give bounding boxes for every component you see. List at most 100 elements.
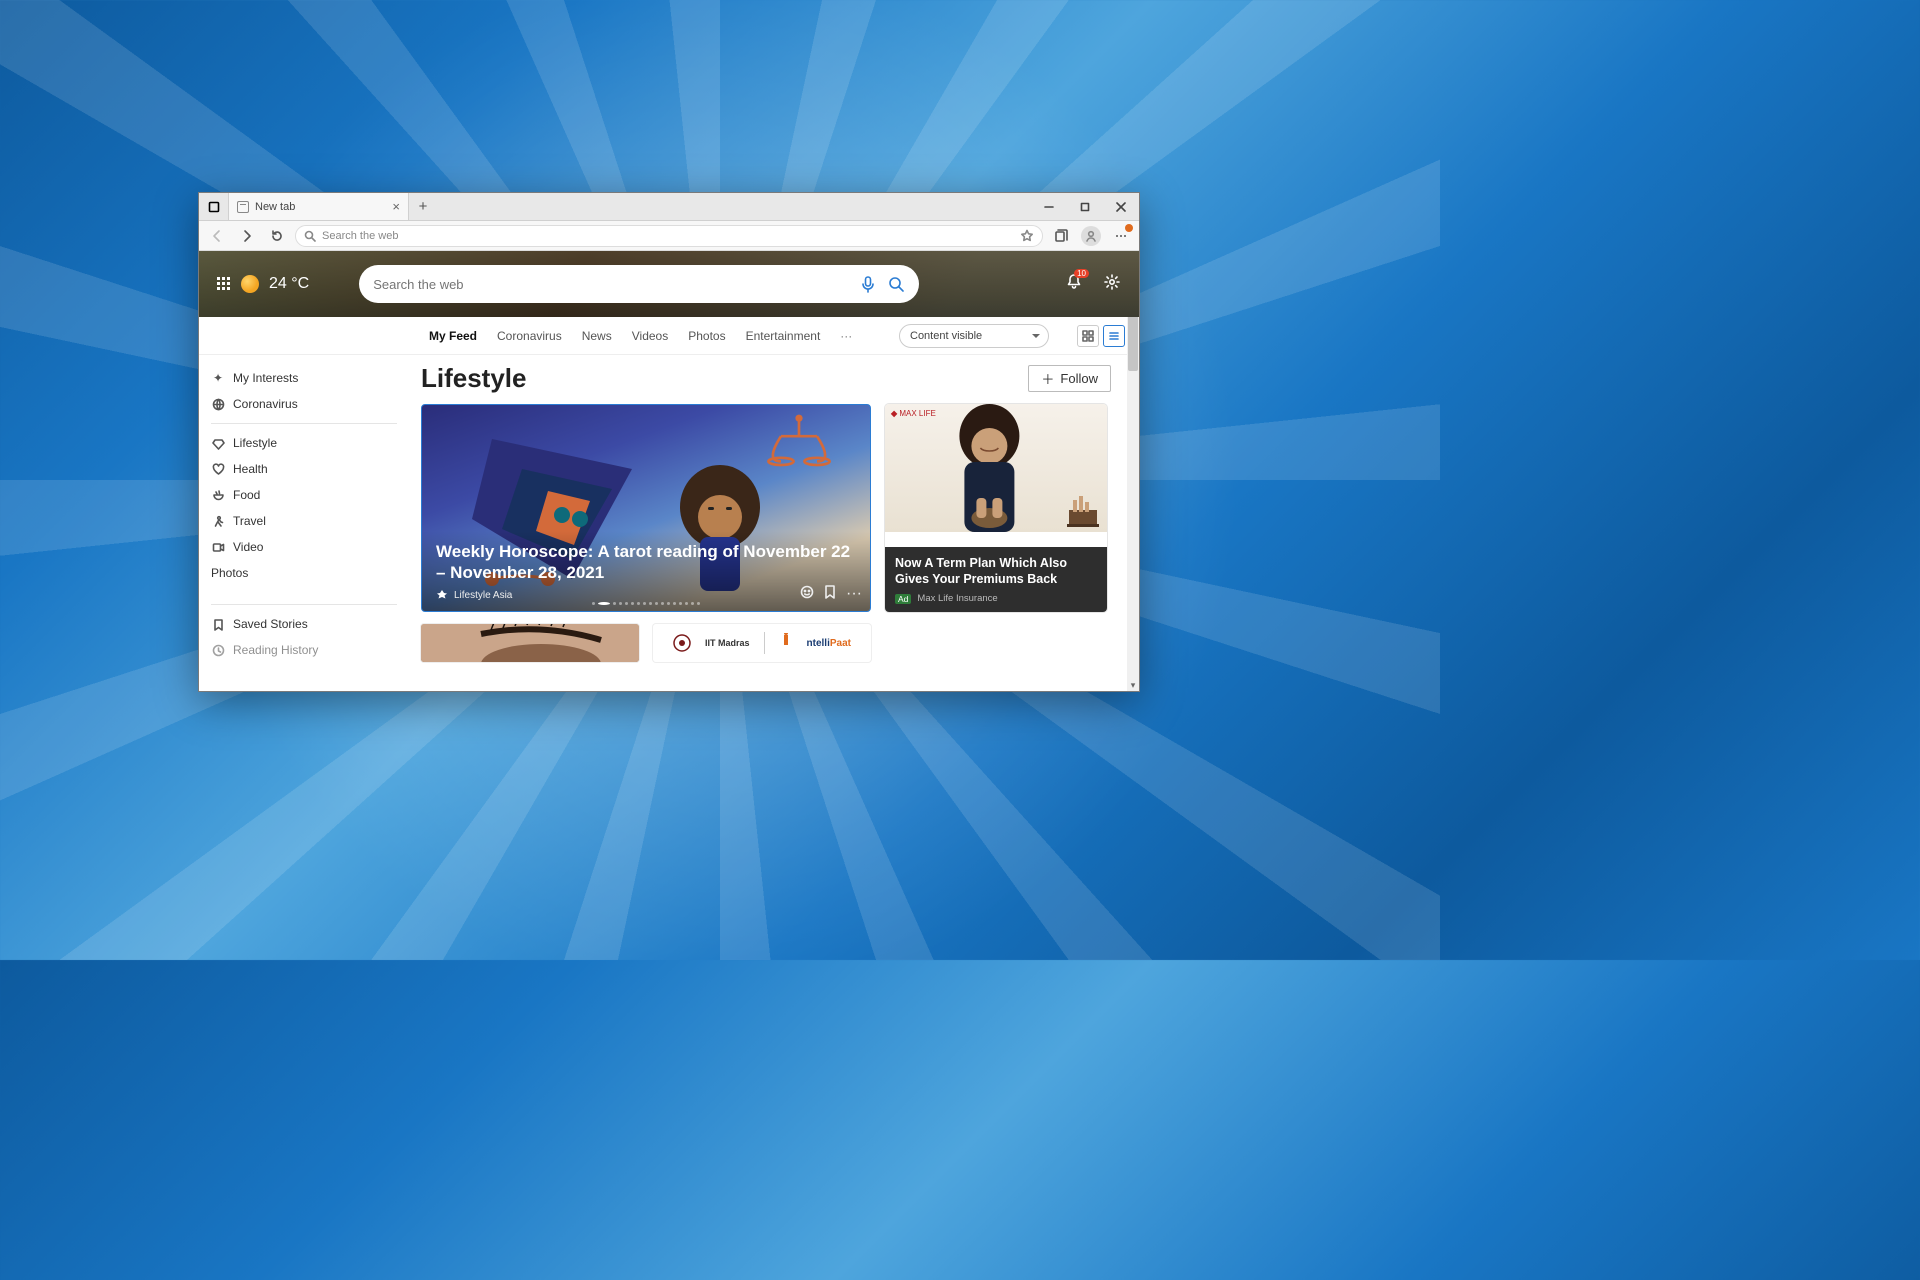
window-maximize-button[interactable] [1067, 193, 1103, 220]
list-icon [1108, 330, 1120, 342]
sparkle-icon: ✦ [211, 371, 225, 385]
hero-search-box[interactable] [359, 265, 919, 303]
card-more-button[interactable]: ··· [846, 585, 862, 603]
weather-temperature[interactable]: 24 °C [269, 275, 309, 293]
more-menu-button[interactable] [1109, 224, 1133, 248]
video-icon [211, 541, 225, 554]
grid-icon [1082, 330, 1094, 342]
scrollbar-track[interactable]: ▾ [1127, 251, 1139, 691]
featured-story-card[interactable]: Weekly Horoscope: A tarot reading of Nov… [421, 404, 871, 612]
window-close-button[interactable] [1103, 193, 1139, 220]
gear-icon [1103, 273, 1121, 291]
ad-headline: Now A Term Plan Which Also Gives Your Pr… [895, 555, 1097, 588]
cards-row: Weekly Horoscope: A tarot reading of Nov… [421, 404, 1111, 612]
settings-button[interactable] [1103, 273, 1121, 296]
sidebar-item-label: Health [233, 462, 268, 476]
sidebar-separator [211, 604, 397, 605]
follow-button[interactable]: ＋ Follow [1028, 365, 1111, 392]
more-menu-badge [1125, 224, 1133, 232]
sidebar-item-coronavirus[interactable]: Coronavirus [211, 391, 397, 417]
heart-icon [211, 463, 225, 476]
sidebar-item-reading-history[interactable]: Reading History [211, 637, 397, 663]
sidebar-item-video[interactable]: Video [211, 534, 397, 560]
nav-my-feed[interactable]: My Feed [429, 329, 477, 343]
tab-favicon-icon [237, 201, 249, 213]
view-grid-button[interactable] [1077, 325, 1099, 347]
section-title: Lifestyle [421, 363, 527, 394]
scrollbar-down-arrow[interactable]: ▾ [1127, 679, 1139, 691]
profile-button[interactable] [1079, 224, 1103, 248]
content-visibility-dropdown[interactable]: Content visible [899, 324, 1049, 348]
sidebar-item-label: Coronavirus [233, 397, 298, 411]
sidebar-item-my-interests[interactable]: ✦ My Interests [211, 365, 397, 391]
carousel-dots[interactable] [592, 602, 700, 605]
nav-entertainment[interactable]: Entertainment [746, 329, 821, 343]
favorite-star-icon[interactable] [1020, 229, 1034, 243]
iit-label: IIT Madras [705, 638, 750, 648]
address-bar[interactable]: Search the web [295, 225, 1043, 247]
notifications-button[interactable]: 10 [1065, 273, 1083, 296]
sidebar: ✦ My Interests Coronavirus Lifestyle Hea… [199, 355, 409, 691]
search-submit-icon[interactable] [887, 275, 905, 293]
nav-overflow-button[interactable]: ··· [840, 329, 852, 343]
nav-coronavirus[interactable]: Coronavirus [497, 329, 562, 343]
search-icon [304, 230, 316, 242]
mic-icon[interactable] [859, 275, 877, 293]
sidebar-item-label: Travel [233, 514, 266, 528]
ad-image: ◆ MAX LIFE [885, 404, 1107, 532]
new-tab-button[interactable]: + [409, 193, 437, 220]
sidebar-item-label: Lifestyle [233, 436, 277, 450]
sidebar-item-health[interactable]: Health [211, 456, 397, 482]
sidebar-item-label: Photos [211, 566, 248, 580]
sidebar-item-photos[interactable]: Photos [211, 560, 397, 586]
diamond-icon [211, 437, 225, 450]
refresh-icon [270, 229, 284, 243]
arrow-left-icon [210, 229, 224, 243]
story-card-partial-2[interactable]: IIT Madras ntelliPaat [653, 624, 871, 662]
nav-refresh-button[interactable] [265, 224, 289, 248]
collections-button[interactable] [1049, 224, 1073, 248]
ad-prop-icon [1065, 496, 1101, 528]
nav-videos[interactable]: Videos [632, 329, 668, 343]
reaction-icon[interactable] [800, 585, 814, 599]
hero-search-input[interactable] [373, 277, 849, 292]
sidebar-item-food[interactable]: Food [211, 482, 397, 508]
featured-story-source: Lifestyle Asia [454, 590, 512, 601]
intellipaat-logo-icon [779, 633, 793, 653]
sidebar-item-lifestyle[interactable]: Lifestyle [211, 430, 397, 456]
notifications-badge: 10 [1074, 269, 1089, 278]
app-launcher-button[interactable] [217, 277, 231, 291]
sidebar-item-label: Saved Stories [233, 617, 308, 631]
ad-card[interactable]: ◆ MAX LIFE [885, 404, 1107, 612]
main-column: Lifestyle ＋ Follow [409, 355, 1127, 691]
browser-tab[interactable]: New tab × [229, 193, 409, 220]
globe-icon [211, 398, 225, 411]
card-actions: ··· [800, 585, 862, 603]
sidebar-item-travel[interactable]: Travel [211, 508, 397, 534]
ad-brand-logo: ◆ MAX LIFE [891, 410, 936, 418]
minimize-icon [1044, 202, 1054, 212]
address-bar-placeholder: Search the web [322, 230, 398, 242]
nav-news[interactable]: News [582, 329, 612, 343]
window-minimize-button[interactable] [1031, 193, 1067, 220]
story-card-partial-1[interactable] [421, 624, 639, 662]
sidebar-item-label: Video [233, 540, 263, 554]
nav-forward-button[interactable] [235, 224, 259, 248]
person-walk-icon [211, 515, 225, 528]
plus-icon: ＋ [1041, 369, 1054, 388]
eye-closeup-image [421, 624, 639, 662]
nav-photos[interactable]: Photos [688, 329, 725, 343]
nav-back-button[interactable] [205, 224, 229, 248]
view-list-button[interactable] [1103, 325, 1125, 347]
divider [764, 632, 765, 654]
content-visibility-label: Content visible [910, 330, 982, 342]
tab-close-button[interactable]: × [392, 199, 400, 214]
sidebar-item-saved-stories[interactable]: Saved Stories [211, 611, 397, 637]
source-logo-icon [436, 589, 448, 601]
bowl-icon [211, 489, 225, 502]
intellipaat-label: ntelliPaat [807, 638, 851, 649]
browser-toolbar: Search the web [199, 221, 1139, 251]
save-icon[interactable] [824, 585, 836, 599]
sidebar-item-label: Reading History [233, 643, 318, 657]
tab-actions-button[interactable] [199, 193, 229, 220]
